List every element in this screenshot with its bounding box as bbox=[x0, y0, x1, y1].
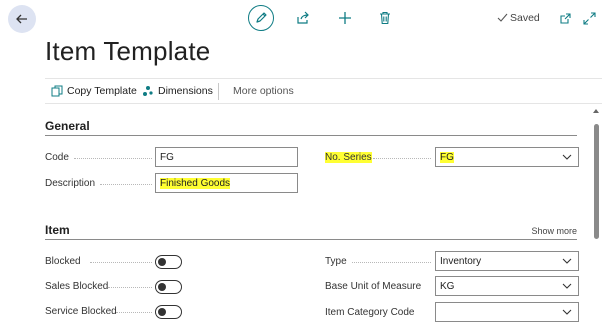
item-category-select[interactable] bbox=[435, 302, 579, 322]
code-label: Code bbox=[45, 152, 69, 163]
edit-button[interactable] bbox=[248, 5, 274, 31]
check-icon bbox=[497, 13, 508, 22]
base-uom-label: Base Unit of Measure bbox=[325, 281, 422, 292]
sales-blocked-leader-dots bbox=[108, 287, 152, 288]
open-new-window-button[interactable] bbox=[556, 9, 574, 27]
dimensions-icon bbox=[143, 86, 153, 96]
description-field[interactable]: Finished Goods bbox=[155, 173, 298, 193]
item-section-heading[interactable]: Item Show more bbox=[45, 223, 577, 240]
item-heading-label: Item bbox=[45, 223, 70, 237]
type-label: Type bbox=[325, 256, 347, 267]
toggle-knob bbox=[158, 307, 166, 316]
no-series-leader-dots bbox=[373, 158, 431, 159]
service-blocked-toggle[interactable] bbox=[155, 305, 182, 319]
code-leader-dots bbox=[74, 158, 152, 159]
no-series-value: FG bbox=[440, 152, 454, 163]
blocked-label: Blocked bbox=[45, 256, 81, 267]
delete-button[interactable] bbox=[376, 9, 394, 27]
description-label: Description bbox=[45, 178, 96, 189]
new-button[interactable] bbox=[336, 9, 354, 27]
type-value: Inventory bbox=[440, 256, 482, 267]
action-separator bbox=[218, 83, 219, 100]
toggle-knob bbox=[158, 257, 166, 266]
scroll-up-arrow-icon[interactable] bbox=[593, 109, 599, 113]
code-field[interactable]: FG bbox=[155, 147, 298, 167]
open-in-new-icon bbox=[559, 12, 571, 24]
expand-button[interactable] bbox=[580, 9, 598, 27]
scrollbar-thumb[interactable] bbox=[594, 124, 599, 239]
chevron-down-icon bbox=[562, 258, 572, 264]
show-more-link[interactable]: Show more bbox=[531, 226, 577, 236]
service-blocked-leader-dots bbox=[116, 312, 152, 313]
code-value: FG bbox=[160, 152, 174, 163]
dimensions-label: Dimensions bbox=[158, 85, 213, 97]
no-series-label: No. Series bbox=[325, 152, 372, 163]
more-options-label: More options bbox=[233, 85, 294, 97]
blocked-toggle[interactable] bbox=[155, 255, 182, 269]
back-arrow-icon bbox=[16, 14, 27, 24]
type-select[interactable]: Inventory bbox=[435, 251, 579, 271]
share-button[interactable] bbox=[294, 9, 312, 27]
no-series-select[interactable]: FG bbox=[435, 147, 579, 167]
chevron-down-icon bbox=[562, 154, 572, 160]
pencil-icon bbox=[256, 12, 267, 23]
page-title: Item Template bbox=[45, 36, 211, 66]
expand-icon bbox=[582, 11, 596, 25]
copy-template-label: Copy Template bbox=[67, 85, 137, 97]
top-bar: Saved bbox=[0, 0, 602, 40]
saved-label: Saved bbox=[510, 12, 540, 24]
chevron-down-icon bbox=[562, 283, 572, 289]
action-bar: Copy Template Dimensions More options bbox=[45, 78, 602, 104]
type-leader-dots bbox=[352, 262, 431, 263]
copy-icon bbox=[51, 85, 63, 97]
service-blocked-label: Service Blocked bbox=[45, 306, 117, 317]
more-options-action[interactable]: More options bbox=[233, 85, 294, 97]
back-button[interactable] bbox=[8, 5, 36, 33]
blocked-leader-dots bbox=[90, 262, 152, 263]
general-section-heading[interactable]: General bbox=[45, 119, 577, 136]
saved-status: Saved bbox=[497, 12, 540, 24]
copy-template-action[interactable]: Copy Template bbox=[51, 85, 137, 97]
trash-icon bbox=[380, 11, 390, 25]
base-uom-select[interactable]: KG bbox=[435, 276, 579, 296]
chevron-down-icon bbox=[562, 309, 572, 315]
description-value: Finished Goods bbox=[160, 178, 231, 189]
plus-icon bbox=[339, 12, 351, 24]
sales-blocked-toggle[interactable] bbox=[155, 280, 182, 294]
description-leader-dots bbox=[100, 184, 152, 185]
item-category-label: Item Category Code bbox=[325, 307, 415, 318]
sales-blocked-label: Sales Blocked bbox=[45, 281, 109, 292]
general-heading-label: General bbox=[45, 119, 90, 133]
dimensions-action[interactable]: Dimensions bbox=[142, 85, 213, 97]
base-uom-value: KG bbox=[440, 281, 455, 292]
toggle-knob bbox=[158, 282, 166, 291]
share-icon bbox=[297, 11, 309, 24]
